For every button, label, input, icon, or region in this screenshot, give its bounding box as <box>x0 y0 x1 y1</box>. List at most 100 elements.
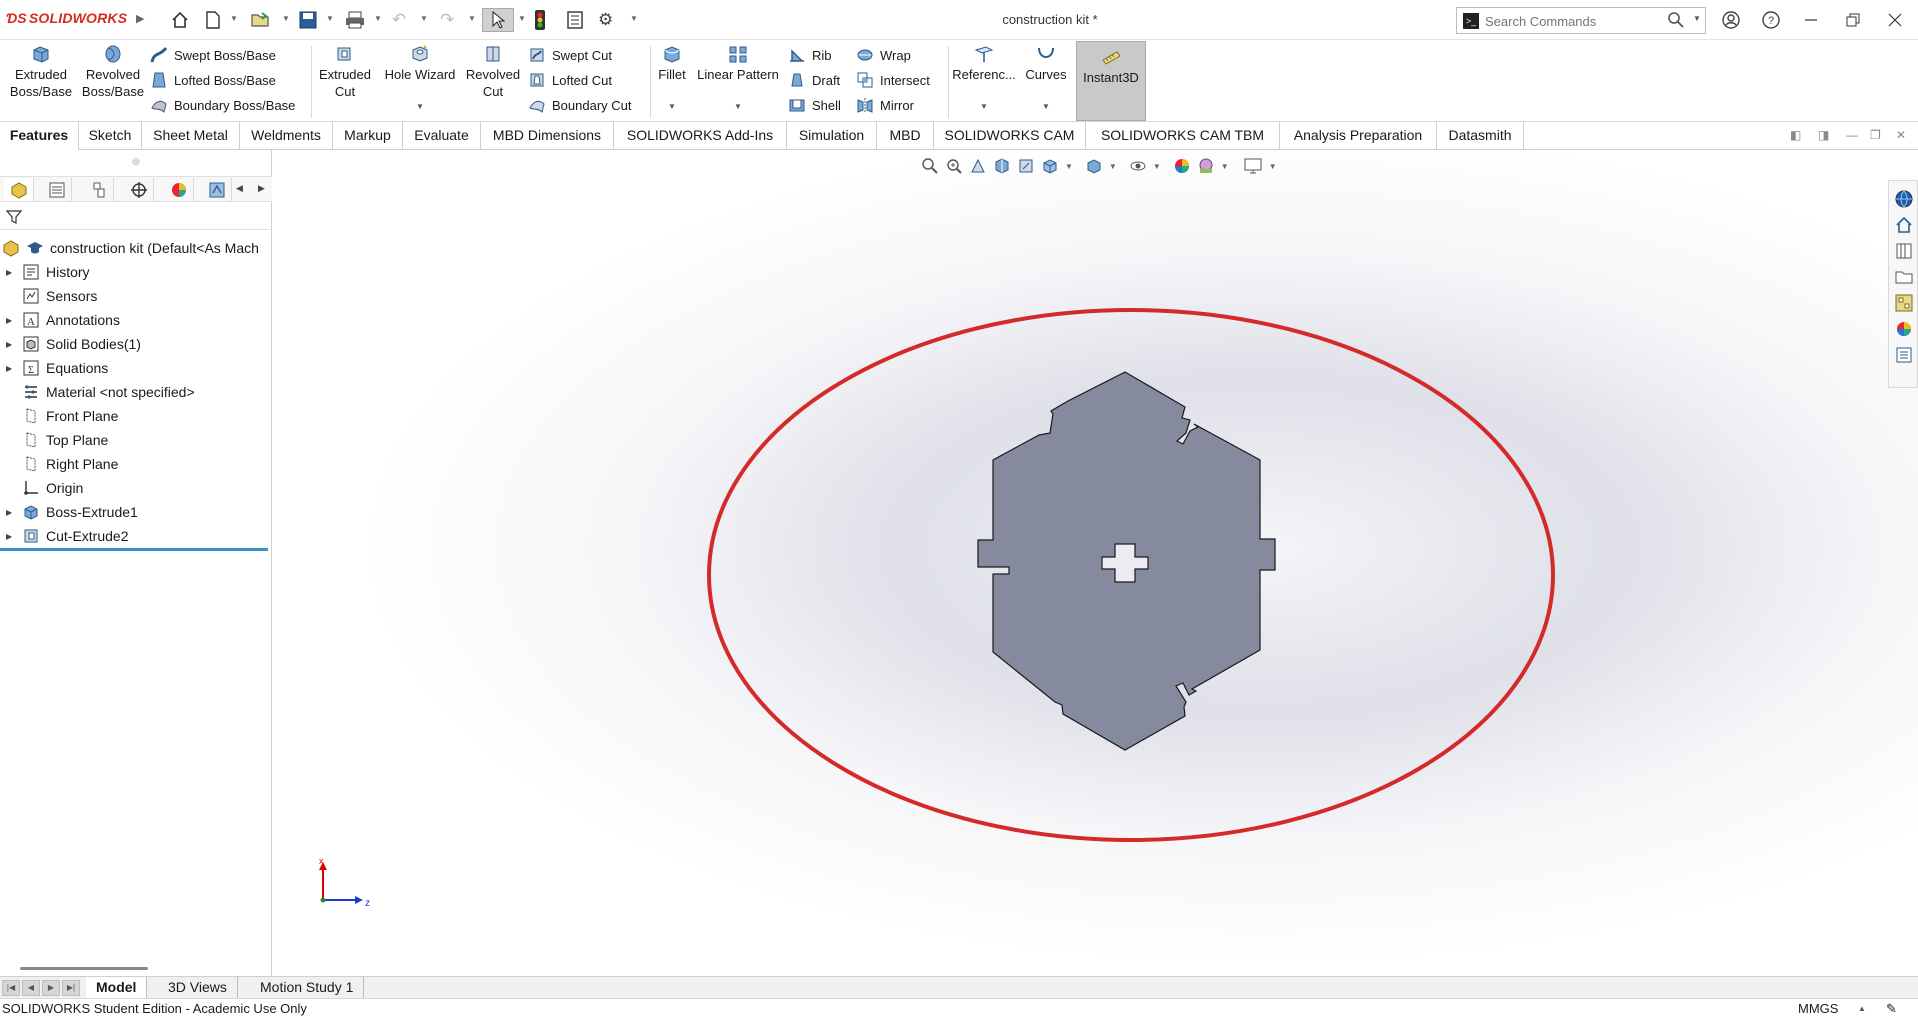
search-commands-box[interactable]: >_ ▼ <box>1456 7 1706 34</box>
logo-menu-arrow-icon[interactable]: ▶ <box>136 12 144 25</box>
tree-item-cut-extrude2[interactable]: ▶ Cut-Extrude2 <box>0 524 272 548</box>
search-input[interactable] <box>1485 11 1655 31</box>
new-dropdown-icon[interactable]: ▼ <box>230 14 238 23</box>
solidworks-resources-globe-icon[interactable] <box>1894 189 1914 209</box>
tree-item-right-plane[interactable]: Right Plane <box>0 452 272 476</box>
home-icon[interactable] <box>170 8 190 32</box>
file-explorer-folder-icon[interactable] <box>1894 267 1914 287</box>
rebuild-traffic-light-icon[interactable] <box>534 8 546 32</box>
panel-scroll-right-icon[interactable]: ▶ <box>258 183 265 194</box>
customize-status-icon[interactable]: ✎ <box>1886 999 1897 1017</box>
expand-arrow-icon[interactable]: ▶ <box>6 340 16 349</box>
expand-arrow-icon[interactable]: ▶ <box>6 508 16 517</box>
revolved-cut-button[interactable]: Revolved Cut <box>462 44 524 100</box>
solidworks-logo[interactable]: ƊS SOLIDWORKS <box>6 10 127 26</box>
tab-evaluate[interactable]: Evaluate <box>403 122 481 150</box>
redo-icon[interactable]: ↷ <box>440 8 454 32</box>
boundary-boss-button[interactable]: Boundary Boss/Base <box>150 94 295 116</box>
home-icon[interactable] <box>1894 215 1914 235</box>
save-dropdown-icon[interactable]: ▼ <box>326 14 334 23</box>
curves-dropdown-icon[interactable]: ▼ <box>1042 102 1050 111</box>
linear-pattern-button[interactable]: Linear Pattern <box>692 44 784 83</box>
tree-item-top-plane[interactable]: Top Plane <box>0 428 272 452</box>
shell-button[interactable]: Shell <box>788 94 841 116</box>
prev-tab-arrow-icon[interactable]: ◀ <box>22 980 40 996</box>
design-library-icon[interactable] <box>1894 241 1914 261</box>
swept-cut-button[interactable]: Swept Cut <box>528 44 612 66</box>
minimize-icon[interactable] <box>1796 8 1826 32</box>
tree-item-sensors[interactable]: Sensors <box>0 284 272 308</box>
hole-wizard-dropdown-icon[interactable]: ▼ <box>416 102 424 111</box>
first-tab-arrow-icon[interactable]: |◀ <box>2 980 20 996</box>
display-manager-icon[interactable] <box>164 178 194 201</box>
units-selector[interactable]: MMGS <box>1798 999 1838 1017</box>
user-account-icon[interactable] <box>1716 8 1746 32</box>
curves-button[interactable]: Curves <box>1020 44 1072 83</box>
options-gear-icon[interactable]: ⚙ <box>598 8 613 32</box>
select-dropdown-icon[interactable]: ▼ <box>518 14 526 23</box>
hole-wizard-button[interactable]: Hole Wizard <box>380 44 460 83</box>
dock-right-icon[interactable]: ◨ <box>1818 128 1829 142</box>
print-icon[interactable] <box>344 8 366 32</box>
help-icon[interactable]: ? <box>1756 8 1786 32</box>
rib-button[interactable]: Rib <box>788 44 832 66</box>
swept-boss-button[interactable]: Swept Boss/Base <box>150 44 276 66</box>
lofted-cut-button[interactable]: Lofted Cut <box>528 69 612 91</box>
undo-dropdown-icon[interactable]: ▼ <box>420 14 428 23</box>
dock-left-icon[interactable]: ◧ <box>1790 128 1801 142</box>
tab-weldments[interactable]: Weldments <box>240 122 333 150</box>
featuremanager-tree-icon[interactable] <box>4 178 34 201</box>
open-folder-icon[interactable] <box>250 8 272 32</box>
graphics-area[interactable]: ▼ ▼ ▼ ▼ ▼ x z <box>273 150 1918 976</box>
tree-item-solid-bodies[interactable]: ▶ Solid Bodies(1) <box>0 332 272 356</box>
search-dropdown-icon[interactable]: ▼ <box>1693 14 1701 23</box>
tab-3d-views[interactable]: 3D Views <box>158 977 238 999</box>
tree-item-history[interactable]: ▶ History <box>0 260 272 284</box>
extruded-boss-button[interactable]: Extruded Boss/Base <box>6 44 76 100</box>
instant3d-button[interactable]: Instant3D <box>1076 41 1146 121</box>
expand-arrow-icon[interactable]: ▶ <box>6 316 16 325</box>
tab-mbd-dimensions[interactable]: MBD Dimensions <box>481 122 614 150</box>
expand-arrow-icon[interactable]: ▶ <box>6 364 16 373</box>
appearances-scenes-icon[interactable] <box>1894 319 1914 339</box>
restore-icon[interactable] <box>1838 8 1868 32</box>
tree-filter[interactable] <box>0 204 272 230</box>
model-canvas[interactable] <box>273 150 1918 976</box>
tree-item-material[interactable]: Material <not specified> <box>0 380 272 404</box>
custom-properties-icon[interactable] <box>1894 345 1914 365</box>
close-icon[interactable] <box>1880 8 1910 32</box>
tab-simulation[interactable]: Simulation <box>787 122 877 150</box>
options-dropdown-icon[interactable]: ▼ <box>630 14 638 23</box>
undo-icon[interactable]: ↶ <box>392 8 406 32</box>
tree-item-front-plane[interactable]: Front Plane <box>0 404 272 428</box>
filter-icon[interactable] <box>5 209 23 228</box>
tab-sketch[interactable]: Sketch <box>79 122 142 150</box>
tab-mbd[interactable]: MBD <box>877 122 934 150</box>
tab-solidworks-cam[interactable]: SOLIDWORKS CAM <box>934 122 1086 150</box>
last-tab-arrow-icon[interactable]: ▶| <box>62 980 80 996</box>
revolved-boss-button[interactable]: Revolved Boss/Base <box>78 44 148 100</box>
viewport-restore-icon[interactable]: ❐ <box>1870 128 1881 142</box>
viewport-close-icon[interactable]: ✕ <box>1896 128 1906 142</box>
tree-item-origin[interactable]: Origin <box>0 476 272 500</box>
linear-pattern-dropdown-icon[interactable]: ▼ <box>734 102 742 111</box>
draft-button[interactable]: Draft <box>788 69 840 91</box>
file-properties-icon[interactable] <box>566 8 584 32</box>
tree-item-annotations[interactable]: ▶ A Annotations <box>0 308 272 332</box>
mirror-button[interactable]: Mirror <box>856 94 914 116</box>
save-icon[interactable] <box>298 8 318 32</box>
redo-dropdown-icon[interactable]: ▼ <box>468 14 476 23</box>
new-document-icon[interactable] <box>204 8 222 32</box>
lofted-boss-button[interactable]: Lofted Boss/Base <box>150 69 276 91</box>
property-manager-icon[interactable] <box>42 178 72 201</box>
tab-markup[interactable]: Markup <box>333 122 403 150</box>
next-tab-arrow-icon[interactable]: ▶ <box>42 980 60 996</box>
tab-solidworks-add-ins[interactable]: SOLIDWORKS Add-Ins <box>614 122 787 150</box>
open-dropdown-icon[interactable]: ▼ <box>282 14 290 23</box>
extruded-cut-button[interactable]: Extruded Cut <box>314 44 376 100</box>
tab-sheet-metal[interactable]: Sheet Metal <box>142 122 240 150</box>
wrap-button[interactable]: Wrap <box>856 44 911 66</box>
expand-arrow-icon[interactable]: ▶ <box>6 532 16 541</box>
tab-datasmith[interactable]: Datasmith <box>1437 122 1524 150</box>
view-palette-icon[interactable] <box>1894 293 1914 313</box>
